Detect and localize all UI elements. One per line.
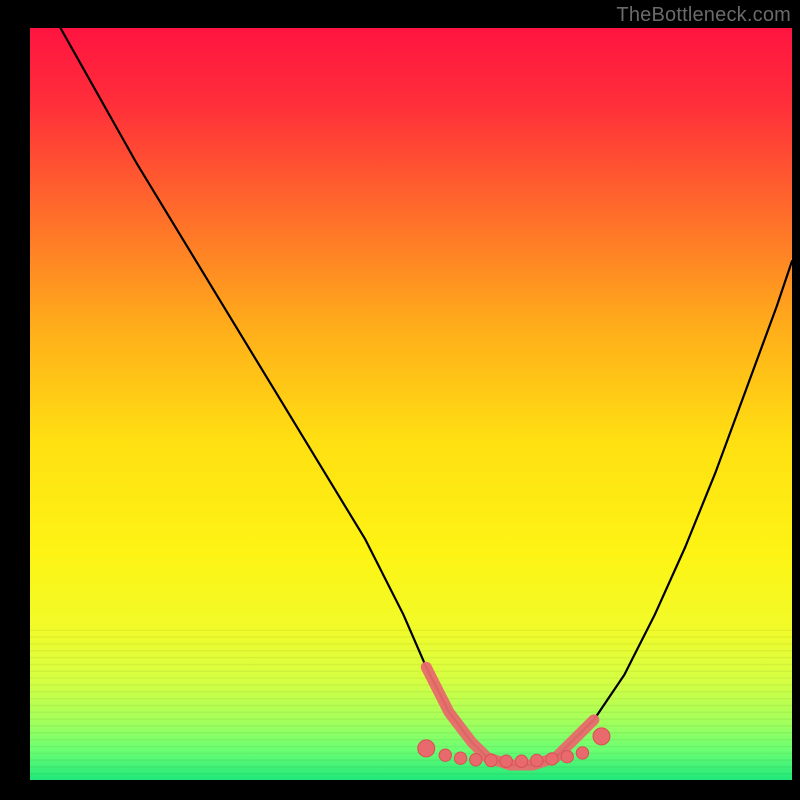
band-line xyxy=(30,759,792,760)
band-line xyxy=(30,712,792,713)
optimal-marker xyxy=(439,749,451,761)
optimal-marker xyxy=(561,750,573,762)
band-line xyxy=(30,664,792,665)
optimal-marker xyxy=(546,753,558,765)
band-line xyxy=(30,746,792,747)
optimal-marker xyxy=(470,754,482,766)
band-line xyxy=(30,725,792,726)
band-line xyxy=(30,643,792,644)
band-line xyxy=(30,691,792,692)
band-line xyxy=(30,636,792,637)
band-line xyxy=(30,739,792,740)
plot-svg xyxy=(30,28,792,780)
band-line xyxy=(30,705,792,706)
band-line xyxy=(30,671,792,672)
optimal-marker xyxy=(454,752,466,764)
optimal-marker xyxy=(531,754,543,766)
band-line xyxy=(30,732,792,733)
band-line xyxy=(30,684,792,685)
optimal-marker xyxy=(576,747,588,759)
chart-stage: TheBottleneck.com xyxy=(0,0,800,800)
optimal-marker xyxy=(418,740,435,757)
plot-area xyxy=(30,28,792,780)
band-line xyxy=(30,766,792,767)
band-line xyxy=(30,718,792,719)
band-line xyxy=(30,753,792,754)
band-line xyxy=(30,677,792,678)
band-line xyxy=(30,698,792,699)
band-line xyxy=(30,650,792,651)
band-line xyxy=(30,657,792,658)
optimal-marker xyxy=(485,754,497,766)
watermark-text: TheBottleneck.com xyxy=(616,4,791,27)
optimal-marker xyxy=(500,755,512,767)
band-line xyxy=(30,773,792,774)
optimal-marker xyxy=(593,728,610,745)
optimal-marker xyxy=(515,755,527,767)
gradient-background xyxy=(30,28,792,780)
